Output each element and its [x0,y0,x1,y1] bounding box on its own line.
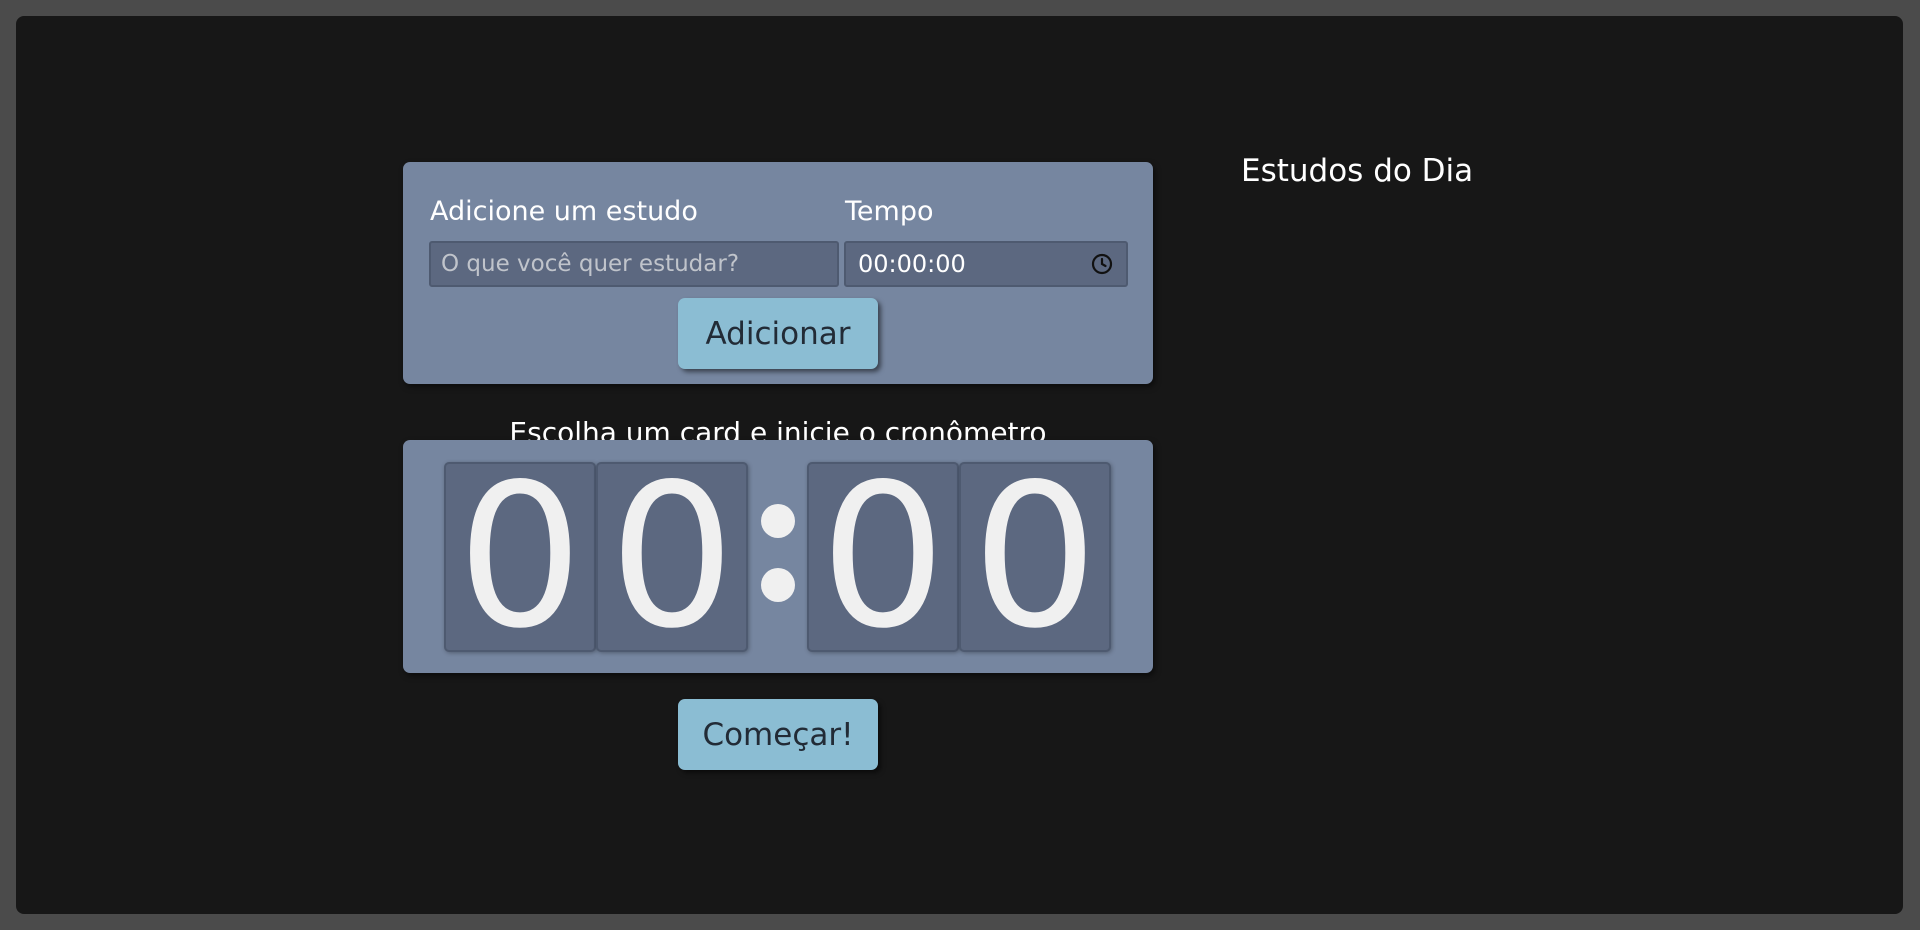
separator-dot [761,504,795,538]
task-input[interactable] [429,241,839,287]
add-study-form: Adicione um estudo Tempo 00:00:00 Adicio… [403,162,1153,384]
minutes-tens-digit: 0 [444,462,596,652]
time-input[interactable]: 00:00:00 [844,241,1128,287]
stopwatch-display: 0 0 0 0 [403,440,1153,673]
add-button[interactable]: Adicionar [678,298,878,369]
app-window: Adicione um estudo Tempo 00:00:00 Adicio… [16,16,1903,914]
daily-studies-title: Estudos do Dia [1241,153,1474,189]
clock-icon[interactable] [1090,252,1114,276]
time-value: 00:00:00 [858,250,966,278]
time-separator [761,504,795,609]
seconds-tens-digit: 0 [807,462,959,652]
time-label: Tempo [845,196,934,227]
minutes-ones-digit: 0 [596,462,748,652]
separator-dot [761,568,795,602]
seconds-ones-digit: 0 [959,462,1111,652]
start-button[interactable]: Começar! [678,699,878,770]
task-label: Adicione um estudo [430,196,698,227]
